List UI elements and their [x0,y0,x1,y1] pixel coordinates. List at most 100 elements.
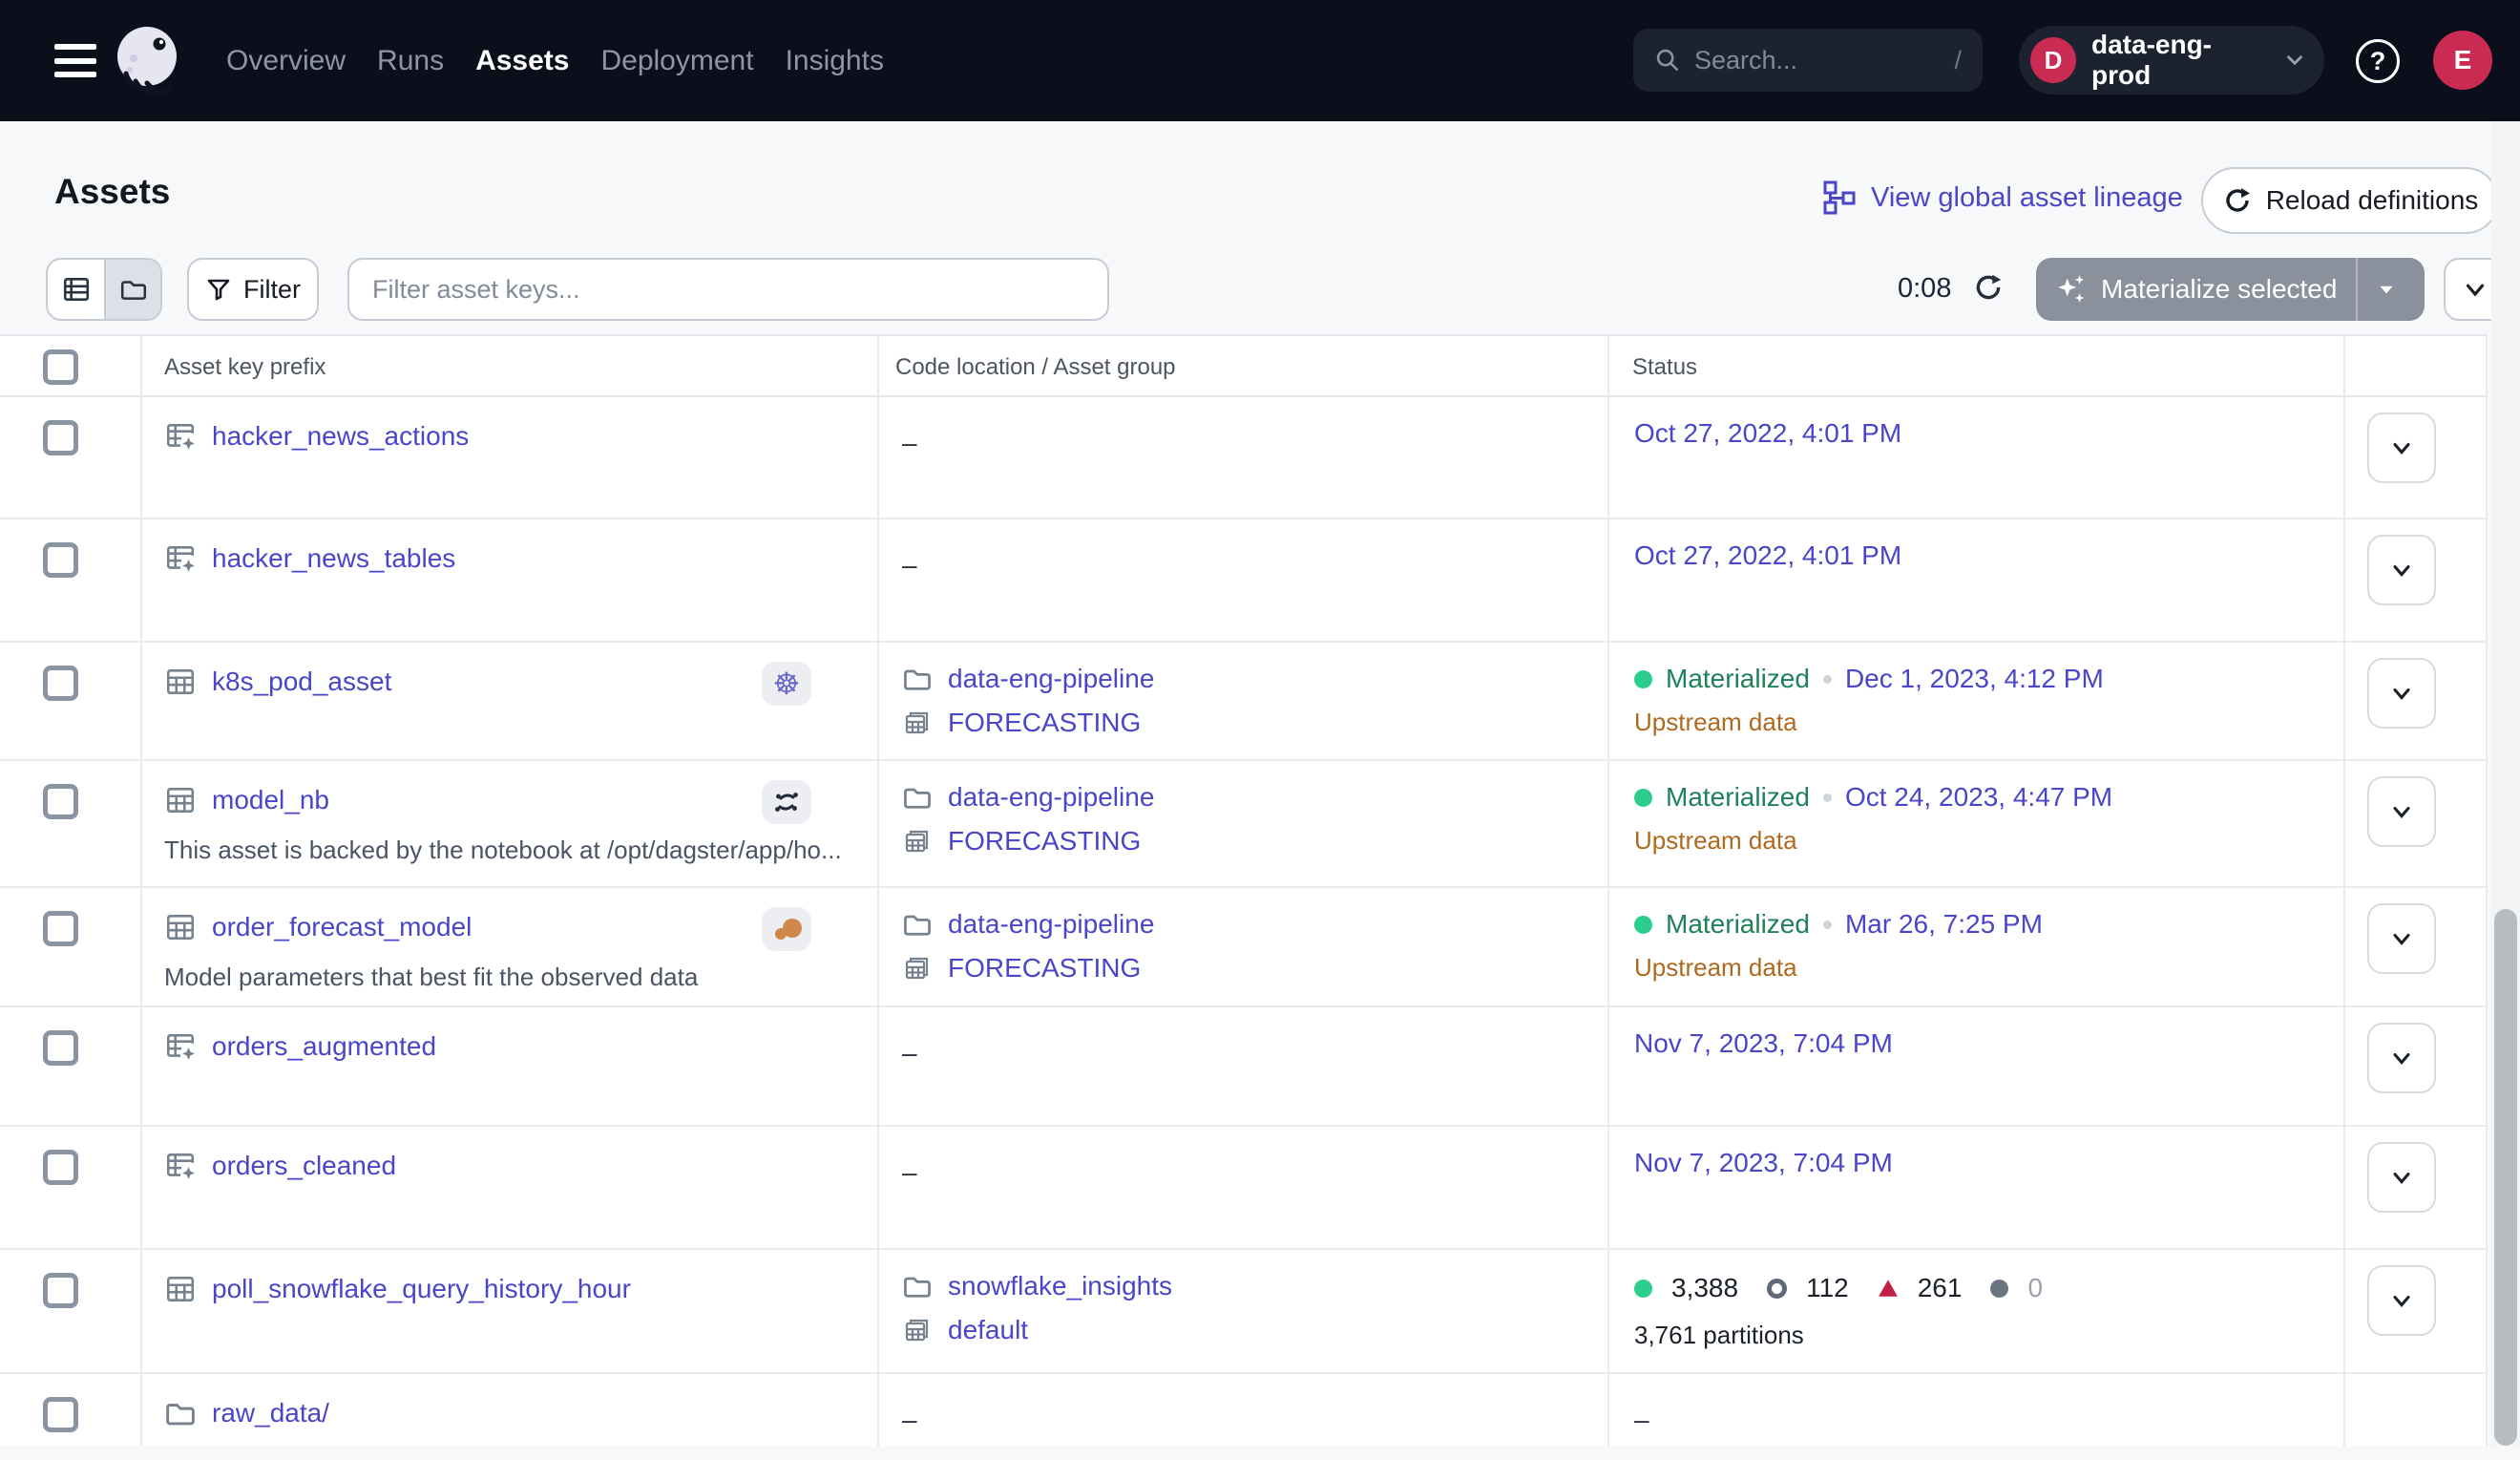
row-checkbox[interactable] [43,1397,78,1432]
asset-group-link[interactable]: default [948,1315,1028,1345]
code-location-link[interactable]: data-eng-pipeline [948,664,1154,694]
asset-prefix-icon [164,1030,197,1063]
sparkle-icon [2055,273,2088,306]
nav-item-runs[interactable]: Runs [377,45,444,77]
asset-group-link[interactable]: FORECASTING [948,953,1141,984]
filter-button[interactable]: Filter [187,258,319,321]
nav-item-assets[interactable]: Assets [475,45,569,77]
asset-link[interactable]: orders_cleaned [212,1151,396,1181]
asset-link[interactable]: hacker_news_actions [212,421,469,452]
asset-group-link[interactable]: FORECASTING [948,826,1141,857]
select-all-checkbox[interactable] [43,349,78,385]
separator-dot [1823,793,1832,802]
materialization-date-link[interactable]: Oct 27, 2022, 4:01 PM [1634,540,1901,571]
materialized-count-dot [1634,1280,1652,1298]
folder-icon [902,909,933,940]
row-expand-button[interactable] [2367,903,2436,974]
chevron-down-icon [2388,798,2415,825]
materialization-date-link[interactable]: Nov 7, 2023, 7:04 PM [1634,1148,1893,1178]
row-expand-button[interactable] [2367,658,2436,729]
code-location-empty: – [902,1405,917,1435]
materialization-date-link[interactable]: Oct 27, 2022, 4:01 PM [1634,418,1901,449]
nav-item-deployment[interactable]: Deployment [600,45,753,77]
folder-icon [902,1271,933,1301]
row-checkbox[interactable] [43,1030,78,1066]
code-location-link[interactable]: data-eng-pipeline [948,909,1154,940]
upstream-data-tag[interactable]: Upstream data [1634,953,1797,983]
row-checkbox[interactable] [43,542,78,578]
row-expand-button[interactable] [2367,413,2436,483]
page-header: Assets View global asset lineage Reload … [0,121,2520,258]
materialize-selected-button[interactable]: Materialize selected [2036,258,2425,321]
row-checkbox[interactable] [43,911,78,946]
row-expand-button[interactable] [2367,1142,2436,1213]
code-location-empty: – [902,1038,917,1069]
asset-group-icon [902,708,933,738]
upstream-data-tag[interactable]: Upstream data [1634,826,1797,856]
flat-view-button[interactable] [48,260,104,319]
table-row: model_nb This asset is backed by the not… [0,761,2488,888]
hamburger-menu-icon[interactable] [54,44,96,77]
row-expand-button[interactable] [2367,1023,2436,1093]
materialization-date-link[interactable]: Nov 7, 2023, 7:04 PM [1634,1028,1893,1059]
reload-definitions-button[interactable]: Reload definitions [2201,167,2499,234]
table-row: orders_augmented – Nov 7, 2023, 7:04 PM [0,1007,2488,1127]
materialized-partition-count: 3,388 [1671,1273,1738,1303]
asset-group-icon [902,953,933,984]
help-icon[interactable]: ? [2356,39,2400,83]
scrollbar-thumb[interactable] [2494,909,2517,1446]
dagster-logo-icon[interactable] [107,20,187,100]
code-location-empty: – [902,428,917,458]
asset-table-icon [164,1273,197,1305]
user-avatar[interactable]: E [2433,31,2492,90]
failed-count-triangle-icon [1878,1279,1899,1298]
row-checkbox[interactable] [43,784,78,819]
assets-toolbar: Filter 0:08 Materialize selected [0,258,2520,334]
asset-link[interactable]: poll_snowflake_query_history_hour [212,1274,631,1304]
asset-group-link[interactable]: FORECASTING [948,708,1141,738]
refresh-icon[interactable] [1972,271,2005,304]
materialization-date-link[interactable]: Oct 24, 2023, 4:47 PM [1845,782,2112,813]
row-expand-button[interactable] [2367,535,2436,605]
asset-link[interactable]: model_nb [212,785,329,815]
asset-folder-link[interactable]: raw_data/ [212,1398,329,1428]
observed-count-dot [1990,1280,2008,1298]
asset-link[interactable]: orders_augmented [212,1031,436,1062]
table-row: orders_cleaned – Nov 7, 2023, 7:04 PM [0,1127,2488,1250]
row-expand-button[interactable] [2367,776,2436,847]
table-row: hacker_news_actions – Oct 27, 2022, 4:01… [0,397,2488,519]
missing-partition-count: 112 [1806,1273,1849,1303]
materialized-status-label: Materialized [1666,664,1810,694]
row-expand-button[interactable] [2367,1265,2436,1336]
row-checkbox[interactable] [43,420,78,455]
materialization-date-link[interactable]: Dec 1, 2023, 4:12 PM [1845,664,2104,694]
nav-item-insights[interactable]: Insights [786,45,884,77]
view-global-asset-lineage-link[interactable]: View global asset lineage [1821,180,2183,215]
filter-button-label: Filter [243,275,301,305]
directory-view-button[interactable] [104,260,160,319]
row-checkbox[interactable] [43,666,78,701]
materialize-button-label: Materialize selected [2101,274,2337,305]
search-input[interactable]: Search... / [1633,29,1983,92]
asset-link[interactable]: hacker_news_tables [212,543,455,574]
table-row: k8s_pod_asset ☸ data-eng-pipeline FORECA… [0,643,2488,761]
row-checkbox[interactable] [43,1150,78,1185]
noteable-icon [770,786,803,818]
nav-item-overview[interactable]: Overview [226,45,346,77]
asset-table-icon [164,911,197,943]
asset-prefix-icon [164,542,197,575]
deployment-switcher[interactable]: D data-eng-prod [2019,26,2324,95]
asset-link[interactable]: order_forecast_model [212,912,472,942]
search-icon [1654,47,1681,74]
filter-asset-keys-input[interactable] [347,258,1109,321]
primary-nav: Overview Runs Assets Deployment Insights [226,0,884,121]
materialization-date-link[interactable]: Mar 26, 7:25 PM [1845,909,2043,940]
asset-link[interactable]: k8s_pod_asset [212,667,391,697]
row-checkbox[interactable] [43,1273,78,1308]
upstream-data-tag[interactable]: Upstream data [1634,708,1797,737]
compute-kind-badge [762,907,811,951]
code-location-link[interactable]: data-eng-pipeline [948,782,1154,813]
code-location-link[interactable]: snowflake_insights [948,1271,1172,1301]
materialize-dropdown-toggle[interactable] [2358,279,2415,300]
chevron-down-icon [2388,434,2415,461]
